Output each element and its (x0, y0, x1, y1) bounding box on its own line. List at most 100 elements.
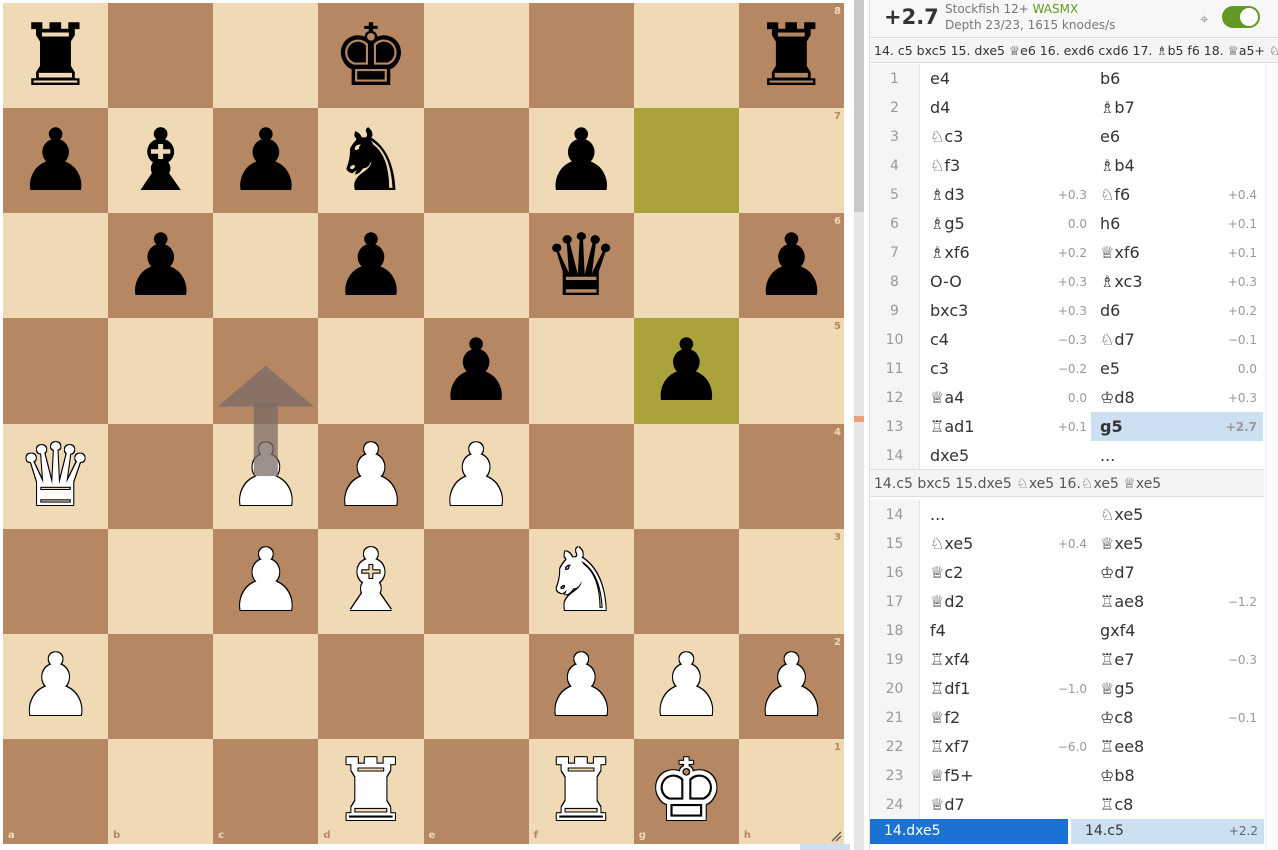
engine-toggle[interactable] (1222, 6, 1260, 28)
square-b8[interactable] (108, 3, 214, 109)
white-move[interactable]: c4 −0.3 (921, 325, 1093, 354)
target-icon[interactable]: ⌖ (1200, 10, 1208, 28)
square-f5[interactable] (528, 318, 634, 424)
white-move[interactable]: dxe5 (921, 441, 1093, 470)
black-move[interactable]: ♕g5 (1091, 674, 1263, 703)
white-move[interactable]: ♘f3 (921, 151, 1093, 180)
white-move[interactable]: O-O +0.3 (921, 267, 1093, 296)
black-bishop-icon[interactable]: ♝ (108, 108, 213, 213)
panel-divider[interactable] (852, 0, 868, 850)
square-c6[interactable] (213, 213, 319, 319)
white-rook-icon[interactable]: ♜ (318, 739, 423, 844)
white-queen-icon[interactable]: ♛ (3, 424, 108, 529)
white-move[interactable]: ♘c3 (921, 122, 1093, 151)
black-move[interactable]: ♖ae8 −1.2 (1091, 587, 1263, 616)
square-h3[interactable]: 3 (738, 528, 844, 634)
square-b5[interactable] (108, 318, 214, 424)
black-move[interactable]: ♔d7 (1091, 558, 1263, 587)
square-e2[interactable] (423, 633, 529, 739)
square-a6[interactable] (3, 213, 109, 319)
black-move[interactable]: ♖ee8 (1091, 732, 1263, 761)
white-bishop-icon[interactable]: ♝ (318, 529, 423, 634)
variation-line[interactable]: 14.c5 bxc5 15.dxe5 ♘xe5 16.♘xe5 ♕xe5 (870, 469, 1264, 497)
white-rook-icon[interactable]: ♜ (529, 739, 634, 844)
white-move[interactable]: ♘xe5 +0.4 (921, 529, 1093, 558)
black-move[interactable]: ... (1091, 441, 1263, 470)
black-move[interactable]: ♘d7 −0.1 (1091, 325, 1263, 354)
square-g7[interactable] (633, 108, 739, 214)
variation-tab-alt[interactable]: 14.c5 +2.2 (1071, 819, 1264, 844)
black-move[interactable]: ♕xe5 (1091, 529, 1263, 558)
black-pawn-icon[interactable]: ♟ (634, 318, 739, 423)
white-move[interactable]: ♕f2 (921, 703, 1093, 732)
black-king-icon[interactable]: ♚ (318, 3, 423, 108)
black-pawn-icon[interactable]: ♟ (424, 318, 529, 423)
square-h7[interactable]: 7 (738, 108, 844, 214)
white-move[interactable]: ♕d2 (921, 587, 1093, 616)
black-rook-icon[interactable]: ♜ (3, 3, 108, 108)
white-king-icon[interactable]: ♚ (634, 739, 739, 844)
square-a1[interactable]: a (3, 738, 109, 844)
white-move[interactable]: bxc3 +0.3 (921, 296, 1093, 325)
black-move[interactable]: d6 +0.2 (1091, 296, 1263, 325)
black-move[interactable]: g5 +2.7 (1091, 412, 1263, 441)
white-move[interactable]: e4 (921, 64, 1093, 93)
square-e1[interactable]: e (423, 738, 529, 844)
square-h5[interactable]: 5 (738, 318, 844, 424)
square-e7[interactable] (423, 108, 529, 214)
black-move[interactable]: b6 (1091, 64, 1263, 93)
variation-tab-main[interactable]: 14.dxe5 (870, 819, 1068, 844)
white-move[interactable]: ♗d3 +0.3 (921, 180, 1093, 209)
black-move[interactable]: gxf4 (1091, 616, 1263, 645)
black-move[interactable]: ♖c8 (1091, 790, 1263, 819)
square-a5[interactable] (3, 318, 109, 424)
principal-variation[interactable]: 14. c5 bxc5 15. dxe5 ♕e6 16. exd6 cxd6 1… (870, 39, 1278, 63)
black-move[interactable]: e6 (1091, 122, 1263, 151)
square-h1[interactable]: 1h (738, 738, 844, 844)
square-g6[interactable] (633, 213, 739, 319)
black-queen-icon[interactable]: ♛ (529, 213, 634, 318)
white-pawn-icon[interactable]: ♟ (3, 634, 108, 739)
white-pawn-icon[interactable]: ♟ (424, 424, 529, 529)
square-b3[interactable] (108, 528, 214, 634)
black-move[interactable]: ♗b7 (1091, 93, 1263, 122)
square-b2[interactable] (108, 633, 214, 739)
black-pawn-icon[interactable]: ♟ (3, 108, 108, 213)
black-move[interactable]: h6 +0.1 (1091, 209, 1263, 238)
white-pawn-icon[interactable]: ♟ (634, 634, 739, 739)
white-move[interactable]: c3 −0.2 (921, 354, 1093, 383)
black-knight-icon[interactable]: ♞ (318, 108, 423, 213)
black-move[interactable]: ♘f6 +0.4 (1091, 180, 1263, 209)
black-move[interactable]: e5 0.0 (1091, 354, 1263, 383)
white-move[interactable]: ♖ad1 +0.1 (921, 412, 1093, 441)
square-g3[interactable] (633, 528, 739, 634)
black-pawn-icon[interactable]: ♟ (318, 213, 423, 318)
white-pawn-icon[interactable]: ♟ (213, 529, 318, 634)
black-pawn-icon[interactable]: ♟ (213, 108, 318, 213)
white-move[interactable]: ♕a4 0.0 (921, 383, 1093, 412)
white-move[interactable]: ♕d7 (921, 790, 1093, 819)
square-h4[interactable]: 4 (738, 423, 844, 529)
white-move[interactable]: ♖df1 −1.0 (921, 674, 1093, 703)
white-move[interactable]: ... (921, 500, 1093, 529)
square-b1[interactable]: b (108, 738, 214, 844)
white-move[interactable]: ♗xf6 +0.2 (921, 238, 1093, 267)
white-move[interactable]: ♗g5 0.0 (921, 209, 1093, 238)
square-f8[interactable] (528, 3, 634, 109)
white-knight-icon[interactable]: ♞ (529, 529, 634, 634)
square-e8[interactable] (423, 3, 529, 109)
black-pawn-icon[interactable]: ♟ (739, 213, 844, 318)
black-move[interactable]: ♘xe5 (1091, 500, 1263, 529)
black-move[interactable]: ♔b8 (1091, 761, 1263, 790)
square-d5[interactable] (318, 318, 424, 424)
square-d2[interactable] (318, 633, 424, 739)
square-b4[interactable] (108, 423, 214, 529)
square-c1[interactable]: c (213, 738, 319, 844)
square-e3[interactable] (423, 528, 529, 634)
white-move[interactable]: ♕c2 (921, 558, 1093, 587)
white-pawn-icon[interactable]: ♟ (529, 634, 634, 739)
square-g4[interactable] (633, 423, 739, 529)
white-move[interactable]: ♕f5+ (921, 761, 1093, 790)
square-f4[interactable] (528, 423, 634, 529)
chess-board[interactable]: 8 7 6 5 4 3 2 a b c d e f g 1 h ♜ ♚ ♜ ♟ ♝ ♟ ♞ ♟ ♟ ♟ ♛ ♟ ♟ ♟ ♛ ♟ ♟ ♟ ♟ ♝ ♞ ♟ ♟ ♟… (3, 3, 844, 844)
